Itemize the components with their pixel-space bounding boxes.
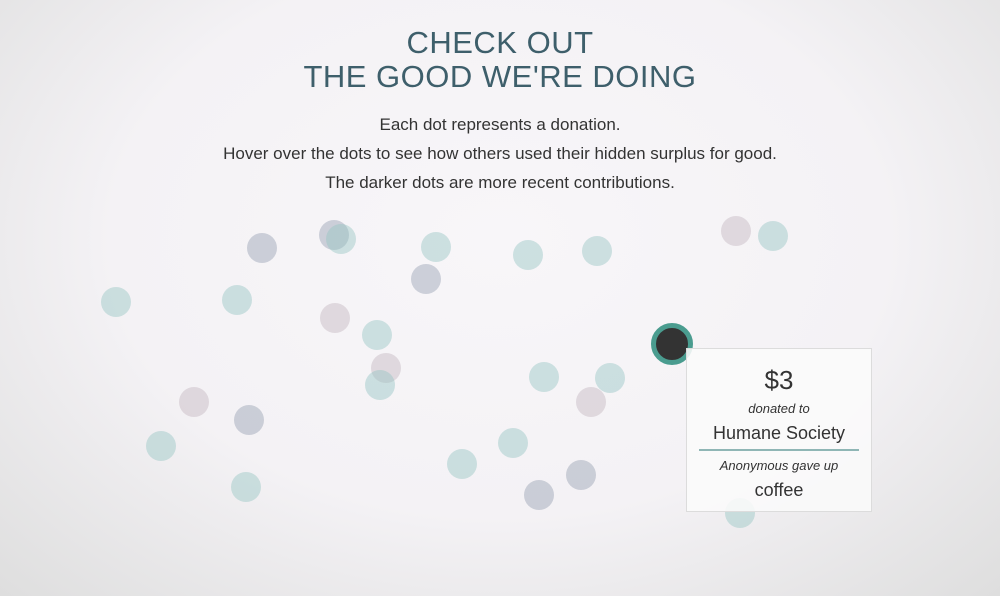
- donation-dot[interactable]: [326, 224, 356, 254]
- donation-dot[interactable]: [758, 221, 788, 251]
- donation-dot[interactable]: [421, 232, 451, 262]
- donation-dot[interactable]: [576, 387, 606, 417]
- donation-dot[interactable]: [582, 236, 612, 266]
- donation-dot[interactable]: [362, 320, 392, 350]
- giver-text: Anonymous gave up: [719, 458, 839, 473]
- donation-dot[interactable]: [498, 428, 528, 458]
- donation-dot[interactable]: [101, 287, 131, 317]
- donation-dot[interactable]: [231, 472, 261, 502]
- donation-tooltip: $3 donated to Humane Society Anonymous g…: [686, 348, 872, 512]
- donation-dot[interactable]: [179, 387, 209, 417]
- donation-dot[interactable]: [721, 216, 751, 246]
- intro-line-3: The darker dots are more recent contribu…: [325, 173, 675, 192]
- headline-line-1: CHECK OUT: [406, 25, 594, 60]
- organization-name: Humane Society: [712, 423, 846, 443]
- donation-dot[interactable]: [411, 264, 441, 294]
- intro-text: Each dot represents a donation. Hover ov…: [0, 110, 1000, 197]
- page-headline: CHECK OUT THE GOOD WE'RE DOING: [0, 26, 1000, 94]
- donation-dot[interactable]: [524, 480, 554, 510]
- tooltip-divider: [699, 449, 859, 451]
- donation-dot[interactable]: [234, 405, 264, 435]
- donation-dot[interactable]: [566, 460, 596, 490]
- donation-dot[interactable]: [529, 362, 559, 392]
- donation-dot[interactable]: [222, 285, 252, 315]
- intro-line-2: Hover over the dots to see how others us…: [223, 144, 777, 163]
- given-up-item: coffee: [754, 480, 804, 500]
- donation-dot[interactable]: [146, 431, 176, 461]
- donation-dot[interactable]: [320, 303, 350, 333]
- donation-amount: $3: [764, 365, 794, 395]
- intro-line-1: Each dot represents a donation.: [379, 115, 621, 134]
- donation-dot[interactable]: [447, 449, 477, 479]
- donation-dot[interactable]: [513, 240, 543, 270]
- donated-to-label: donated to: [748, 401, 810, 416]
- donation-dot[interactable]: [365, 370, 395, 400]
- donation-dot[interactable]: [595, 363, 625, 393]
- donation-dot[interactable]: [247, 233, 277, 263]
- headline-line-2: THE GOOD WE'RE DOING: [303, 59, 697, 94]
